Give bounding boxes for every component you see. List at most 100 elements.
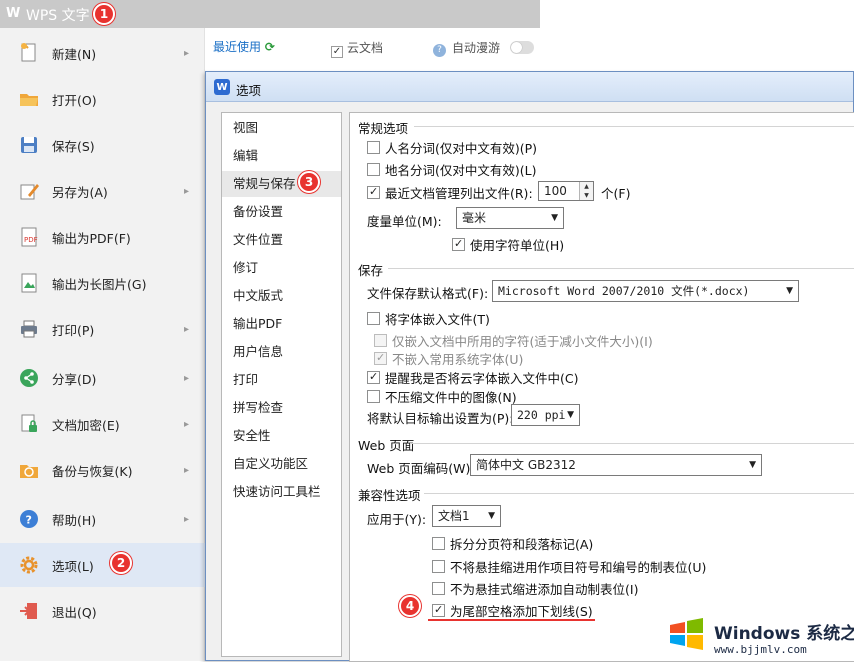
menu-item-3[interactable]: 保存(S) xyxy=(0,123,205,167)
opt-label: 仅嵌入文档中所用的字符(适于减小文件大小)(I) xyxy=(392,334,653,349)
refresh-icon[interactable]: ⟳ xyxy=(265,40,275,54)
recent-count-spinner[interactable]: 100 ▲ ▼ xyxy=(538,181,594,201)
menu-item-label: 新建(N) xyxy=(52,46,97,62)
select-value: 220 ppi xyxy=(517,408,566,422)
menu-item-label: 退出(Q) xyxy=(52,604,97,620)
svg-text:PDF: PDF xyxy=(24,236,38,244)
menu-item-12[interactable]: 选项(L) xyxy=(0,543,205,587)
checkbox[interactable] xyxy=(374,351,387,365)
nav-item-14[interactable]: 快速访问工具栏 xyxy=(222,479,341,505)
opt-embed-fonts[interactable]: 将字体嵌入文件(T) xyxy=(367,309,490,328)
opt-label: 地名分词(仅对中文有效)(L) xyxy=(385,163,537,178)
checkbox[interactable] xyxy=(367,163,380,176)
pdf-icon: PDF xyxy=(18,226,40,248)
app-title-bar: W WPS 文字 1 xyxy=(0,0,540,28)
opt-no-common-fonts[interactable]: 不嵌入常用系统字体(U) xyxy=(374,349,523,368)
exit-icon xyxy=(18,600,40,622)
menu-item-2[interactable]: 打开(O) xyxy=(0,77,205,121)
opt-no-compress[interactable]: 不压缩文件中的图像(N) xyxy=(367,387,517,406)
opt-label: 将字体嵌入文件(T) xyxy=(385,312,490,327)
checkbox[interactable] xyxy=(367,141,380,154)
menu-item-9[interactable]: 文档加密(E) ▸ xyxy=(0,402,205,446)
gear-icon xyxy=(18,554,40,576)
opt-place-names[interactable]: 地名分词(仅对中文有效)(L) xyxy=(367,160,536,179)
nav-item-4[interactable]: 备份设置 xyxy=(222,199,341,225)
menu-item-6[interactable]: 输出为长图片(G) xyxy=(0,261,205,305)
checkbox[interactable] xyxy=(367,312,380,325)
menu-item-5[interactable]: PDF 输出为PDF(F) xyxy=(0,215,205,259)
nav-item-8[interactable]: 输出PDF xyxy=(222,311,341,337)
new-document-icon xyxy=(18,42,40,64)
checkbox[interactable] xyxy=(432,537,445,550)
nav-item-7[interactable]: 中文版式 xyxy=(222,283,341,309)
opt-compat-1[interactable]: 拆分分页符和段落标记(A) xyxy=(432,534,593,553)
opt-compat-3[interactable]: 不为悬挂式缩进添加自动制表位(I) xyxy=(432,579,638,598)
menu-item-label: 分享(D) xyxy=(52,371,97,387)
menu-item-13[interactable]: 退出(Q) xyxy=(0,589,205,633)
options-dialog: W 选项 视图 编辑 常规与保存 备份设置 文件位置 修订 中文版式 输出PDF 用户信息 打印拼… xyxy=(205,71,854,662)
opt-recent-list[interactable]: 最近文档管理列出文件(R): xyxy=(367,183,533,202)
opt-remind-cloud[interactable]: 提醒我是否将云字体嵌入文件中(C) xyxy=(367,368,578,387)
unit-select[interactable]: 毫米 ▼ xyxy=(456,207,564,229)
menu-item-label: 打开(O) xyxy=(52,92,97,108)
checkbox[interactable] xyxy=(432,603,445,617)
menu-item-label: 输出为长图片(G) xyxy=(52,276,147,292)
opt-compat-2[interactable]: 不将悬挂缩进用作项目符号和编号的制表位(U) xyxy=(432,557,706,576)
nav-item-10[interactable]: 打印 xyxy=(222,367,341,393)
backstage-toolbar: 最近使用 ⟳ ✓ 云文档 ? 自动漫游 xyxy=(205,28,545,66)
opt-person-names[interactable]: 人名分词(仅对中文有效)(P) xyxy=(367,138,537,157)
section-web: Web 页面 xyxy=(358,435,854,454)
highlight-underline xyxy=(428,619,595,621)
cloud-checkbox[interactable]: ✓ xyxy=(331,46,343,58)
checkbox[interactable] xyxy=(367,370,380,384)
watermark-url: www.bjjmlv.com xyxy=(714,643,807,656)
menu-item-1[interactable]: 新建(N) ▸ xyxy=(0,31,205,75)
nav-item-1[interactable]: 视图 xyxy=(222,115,341,141)
nav-item-11[interactable]: 拼写检查 xyxy=(222,395,341,421)
nav-item-13[interactable]: 自定义功能区 xyxy=(222,451,341,477)
nav-item-3[interactable]: 常规与保存 xyxy=(222,171,341,197)
section-compat: 兼容性选项 xyxy=(358,485,851,504)
ppi-select[interactable]: 220 ppi ▼ xyxy=(511,404,580,426)
recent-tab[interactable]: 最近使用 ⟳ xyxy=(213,38,275,55)
checkbox[interactable] xyxy=(374,334,387,347)
checkbox[interactable] xyxy=(367,390,380,403)
menu-item-7[interactable]: 打印(P) ▸ xyxy=(0,307,205,351)
opt-compat-4[interactable]: 为尾部空格添加下划线(S) xyxy=(432,601,593,620)
nav-item-5[interactable]: 文件位置 xyxy=(222,227,341,253)
checkbox[interactable] xyxy=(452,237,465,251)
nav-item-9[interactable]: 用户信息 xyxy=(222,339,341,365)
menu-item-10[interactable]: 备份与恢复(K) ▸ xyxy=(0,448,205,492)
ppi-label: 将默认目标输出设置为(P): xyxy=(367,411,514,426)
share-icon xyxy=(18,367,40,389)
menu-item-label: 输出为PDF(F) xyxy=(52,230,131,246)
chevron-right-icon: ▸ xyxy=(184,513,190,525)
recent-unit: 个(F) xyxy=(601,186,631,201)
format-select[interactable]: Microsoft Word 2007/2010 文件(*.docx) ▼ xyxy=(492,280,799,302)
checkbox[interactable] xyxy=(432,560,445,573)
opt-label: 不嵌入常用系统字体(U) xyxy=(392,352,524,367)
select-value: 文档1 xyxy=(438,509,470,523)
encoding-select[interactable]: 简体中文 GB2312 ▼ xyxy=(470,454,762,476)
auto-roam-toggle[interactable]: ? 自动漫游 xyxy=(433,39,534,57)
nav-item-6[interactable]: 修订 xyxy=(222,255,341,281)
nav-item-2[interactable]: 编辑 xyxy=(222,143,341,169)
roam-switch[interactable] xyxy=(509,41,534,54)
apply-select[interactable]: 文档1 ▼ xyxy=(432,505,501,527)
menu-item-8[interactable]: 分享(D) ▸ xyxy=(0,356,205,400)
apply-label: 应用于(Y): xyxy=(367,512,427,527)
menu-item-11[interactable]: ? 帮助(H) ▸ xyxy=(0,497,205,541)
checkbox[interactable] xyxy=(367,185,380,199)
spinner-arrows-icon[interactable]: ▲ ▼ xyxy=(579,182,593,200)
checkbox[interactable] xyxy=(432,582,445,595)
menu-item-4[interactable]: 另存为(A) ▸ xyxy=(0,169,205,213)
select-value: Microsoft Word 2007/2010 文件(*.docx) xyxy=(498,284,750,298)
select-value: 毫米 xyxy=(462,211,487,225)
nav-item-12[interactable]: 安全性 xyxy=(222,423,341,449)
opt-embed-used-only[interactable]: 仅嵌入文档中所用的字符(适于减小文件大小)(I) xyxy=(374,331,653,350)
opt-label: 不压缩文件中的图像(N) xyxy=(385,390,517,405)
chevron-right-icon: ▸ xyxy=(184,372,190,384)
opt-char-unit[interactable]: 使用字符单位(H) xyxy=(452,235,564,254)
svg-text:?: ? xyxy=(26,514,32,527)
cloud-doc-toggle[interactable]: ✓ 云文档 xyxy=(331,39,383,58)
